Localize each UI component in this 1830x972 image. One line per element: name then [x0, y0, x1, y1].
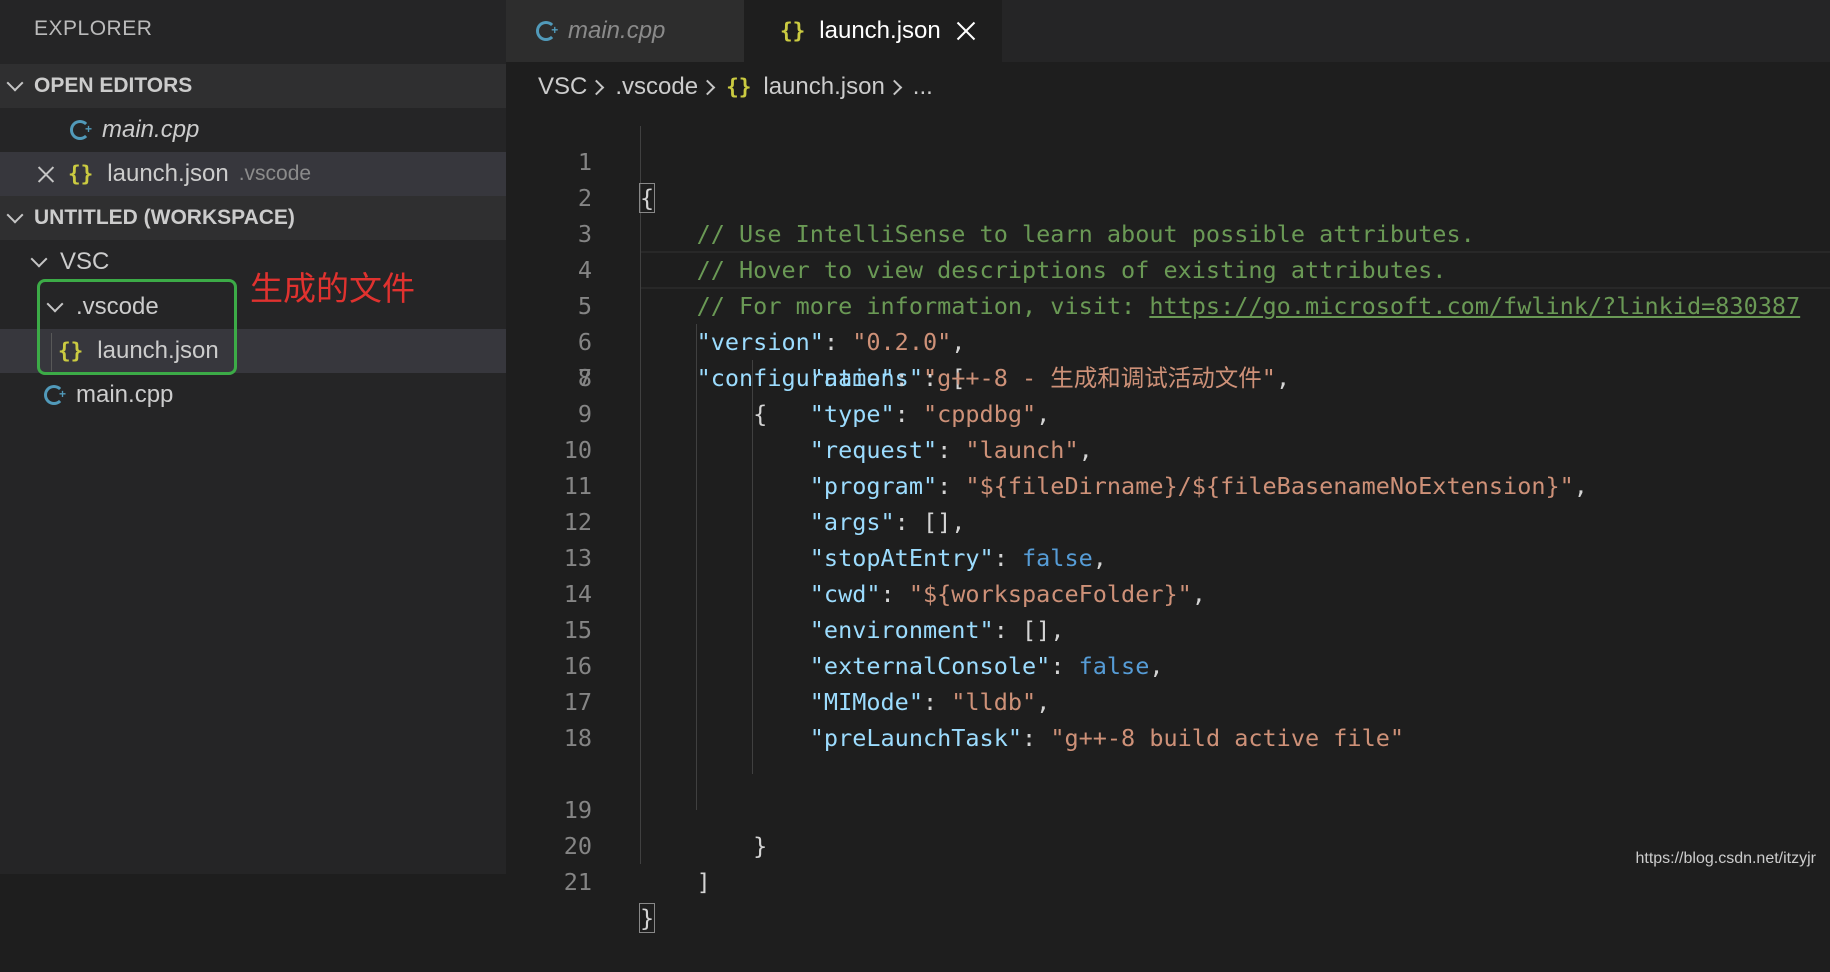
- code-text: "program": "${fileDirname}/${fileBasenam…: [809, 472, 1588, 500]
- watermark: https://blog.csdn.net/itzyjr: [1635, 850, 1816, 867]
- code-line: 3 // Hover to view descriptions of exist…: [506, 180, 1830, 284]
- line-number: 9: [577, 400, 592, 428]
- line-number: 14: [563, 580, 592, 608]
- tree-folder-label: VSC: [60, 248, 110, 275]
- open-editors-label: OPEN EDITORS: [34, 74, 193, 97]
- line-number: 21: [563, 868, 592, 896]
- chevron-down-icon: [8, 79, 22, 93]
- line-number: 11: [563, 472, 592, 500]
- tab-main-cpp[interactable]: + main.cpp: [506, 0, 744, 62]
- open-editor-item-launch-json[interactable]: {} launch.json .vscode: [0, 152, 506, 196]
- code-line: 1 {: [506, 108, 1830, 213]
- code-line: 2 // Use IntelliSense to learn about pos…: [506, 144, 1830, 248]
- code-text: "request": "launch",: [809, 436, 1093, 464]
- code-line: 8 "name": "g++-8 - 生成和调试活动文件",: [506, 360, 1830, 396]
- code-text: "cwd": "${workspaceFolder}",: [809, 580, 1206, 608]
- chevron-down-icon: [32, 255, 46, 269]
- json-file-icon: {}: [68, 162, 94, 186]
- open-editor-label: launch.json: [107, 160, 229, 187]
- tab-label: main.cpp: [568, 17, 666, 44]
- explorer-sidebar: EXPLORER OPEN EDITORS + main.cpp {} laun…: [0, 0, 506, 874]
- code-line: 11 "program": "${fileDirname}/${fileBase…: [506, 468, 1830, 504]
- breadcrumb-item[interactable]: VSC: [538, 73, 587, 101]
- code-line: 18 "preLaunchTask": "g++-8 build active …: [506, 720, 1830, 756]
- annotation-label: 生成的文件: [250, 269, 415, 308]
- code-text: "externalConsole": false,: [809, 652, 1164, 680]
- annotation-box: [37, 279, 237, 375]
- tree-file-label: main.cpp: [76, 381, 174, 408]
- code-line: 20 ]: [506, 792, 1830, 896]
- chevron-right-icon: [891, 81, 903, 93]
- cpp-file-icon: +: [70, 119, 92, 141]
- line-number: 13: [563, 544, 592, 572]
- cpp-file-icon: +: [44, 384, 66, 406]
- line-number: 18: [563, 724, 592, 752]
- workspace-header[interactable]: UNTITLED (WORKSPACE): [0, 196, 506, 240]
- code-line: 12 "args": [],: [506, 504, 1830, 540]
- json-file-icon: {}: [780, 19, 806, 43]
- tab-label: launch.json: [819, 17, 941, 44]
- line-number: 17: [563, 688, 592, 716]
- code-line: 9 "type": "cppdbg",: [506, 396, 1830, 432]
- breadcrumb: VSC .vscode {} launch.json ...: [538, 70, 933, 104]
- code-text: "preLaunchTask": "g++-8 build active fil…: [809, 724, 1405, 752]
- code-text: }: [638, 903, 656, 933]
- open-editor-label: main.cpp: [102, 116, 200, 143]
- code-line: 10 "request": "launch",: [506, 432, 1830, 468]
- code-line: 13 "stopAtEntry": false,: [506, 540, 1830, 576]
- code-text: "args": [],: [809, 508, 966, 536]
- breadcrumb-item[interactable]: ...: [913, 73, 933, 101]
- open-editors-header[interactable]: OPEN EDITORS: [0, 64, 506, 108]
- code-text: "stopAtEntry": false,: [809, 544, 1107, 572]
- code-line: 6 "configurations": [: [506, 288, 1830, 392]
- code-line: 21 }: [506, 828, 1830, 933]
- code-line: 15 "environment": [],: [506, 612, 1830, 648]
- open-editor-path: .vscode: [238, 162, 312, 185]
- open-editor-item-main-cpp[interactable]: + main.cpp: [0, 108, 506, 152]
- code-line: 4 // For more information, visit: https:…: [506, 216, 1830, 320]
- line-number: 12: [563, 508, 592, 536]
- code-text: "name": "g++-8 - 生成和调试活动文件",: [809, 364, 1291, 392]
- code-line: 17 "MIMode": "lldb",: [506, 684, 1830, 720]
- json-file-icon: {}: [726, 75, 752, 99]
- code-text: "environment": [],: [809, 616, 1065, 644]
- code-line: 7 {: [506, 324, 1830, 428]
- tab-launch-json[interactable]: {} launch.json: [744, 0, 1002, 62]
- breadcrumb-item[interactable]: .vscode: [615, 73, 698, 101]
- close-icon[interactable]: [38, 166, 54, 182]
- code-line: 19 }: [506, 756, 1830, 860]
- code-text: "MIMode": "lldb",: [809, 688, 1051, 716]
- explorer-title: EXPLORER: [34, 17, 153, 40]
- line-number: 15: [563, 616, 592, 644]
- line-number: 16: [563, 652, 592, 680]
- code-line: 5 "version": "0.2.0",: [506, 252, 1830, 356]
- breadcrumb-item[interactable]: launch.json: [763, 73, 884, 101]
- tab-bar: + main.cpp {} launch.json: [506, 0, 1830, 62]
- code-text: "type": "cppdbg",: [809, 400, 1051, 428]
- code-editor[interactable]: 1 { 2 // Use IntelliSense to learn about…: [506, 108, 1830, 933]
- chevron-right-icon: [704, 81, 716, 93]
- tab-close-icon[interactable]: [957, 22, 975, 40]
- code-text: ]: [640, 868, 711, 896]
- code-line: 16 "externalConsole": false,: [506, 648, 1830, 684]
- workspace-label: UNTITLED (WORKSPACE): [34, 206, 295, 229]
- line-number: 10: [563, 436, 592, 464]
- line-number: 8: [577, 364, 592, 392]
- chevron-right-icon: [593, 81, 605, 93]
- tree-file-main-cpp[interactable]: + main.cpp: [0, 373, 506, 417]
- chevron-down-icon: [8, 211, 22, 225]
- code-line: 14 "cwd": "${workspaceFolder}",: [506, 576, 1830, 612]
- cpp-file-icon: +: [536, 20, 558, 42]
